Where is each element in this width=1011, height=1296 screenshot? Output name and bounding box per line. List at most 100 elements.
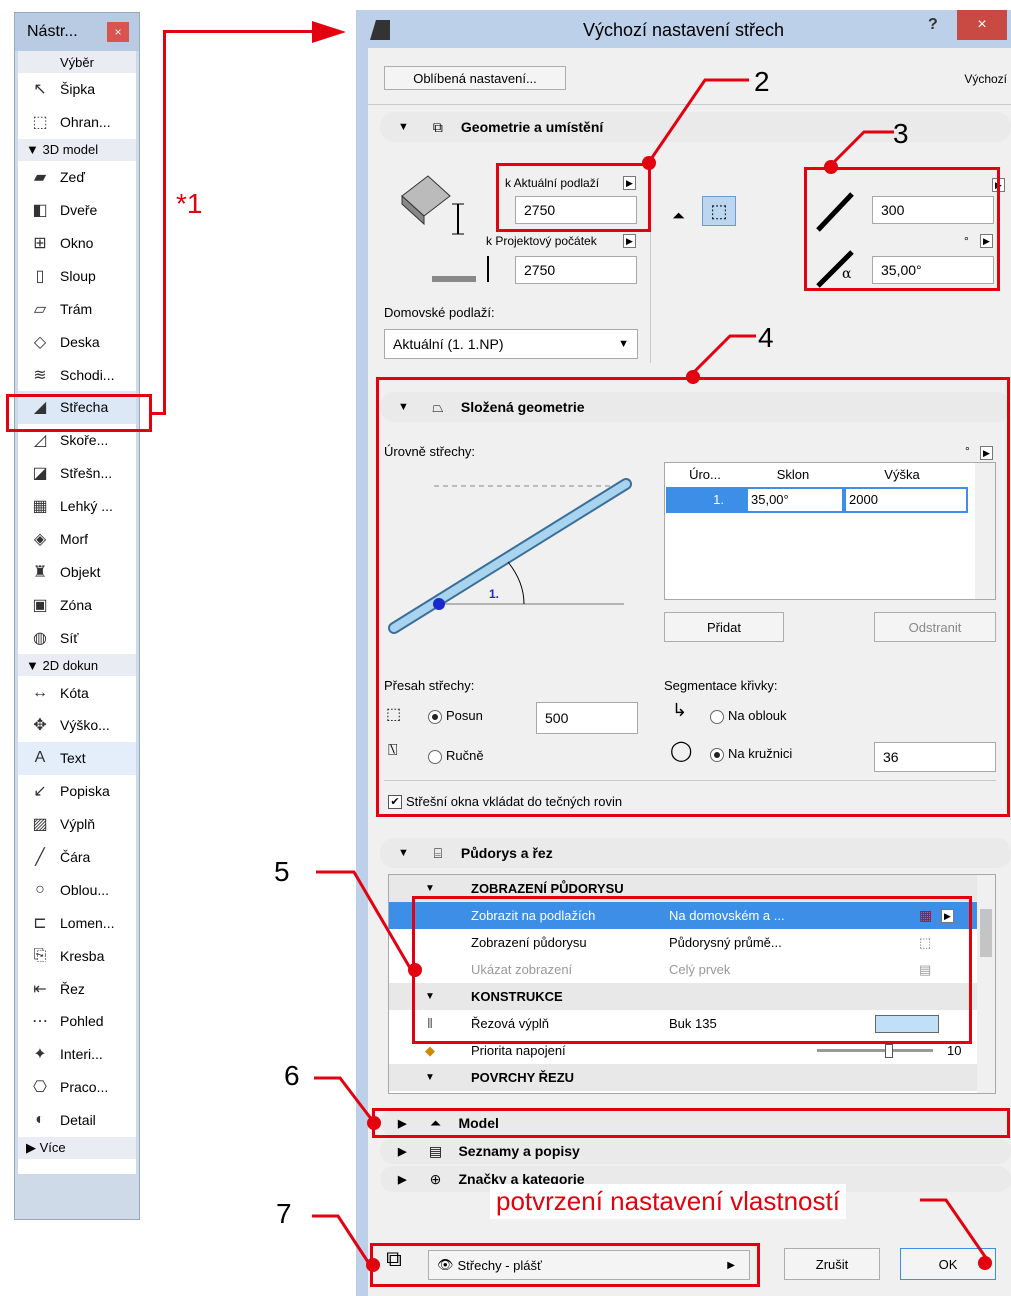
tool-kresba[interactable]: ⎘ Kresba [18,939,136,972]
tool-icon: ↙ [33,783,47,801]
origin-icon [432,256,489,282]
tool-icon: A [34,749,46,767]
tool-label: Trám [60,300,93,317]
tool-vpl[interactable]: ▨ Výplň [18,808,136,841]
tool-label: Čára [60,849,91,866]
tool-ra[interactable]: ╱ Čára [18,841,136,874]
tool-kta[interactable]: ↔ Kóta [18,676,136,709]
tool-s[interactable]: ◍ Síť [18,621,136,654]
pivot-toggle-icon[interactable]: ⬚ [702,196,736,226]
tool-icon: ▯ [35,267,45,285]
tool-icon: ⬚ [32,114,48,132]
section-lists-title: Seznamy a popisy [458,1143,580,1159]
geometry-icon: ⧉ [432,118,443,135]
tool-icon: ▦ [32,498,48,516]
tool-icon: ⎔ [33,1079,47,1097]
list-scrollbar[interactable] [977,875,995,1093]
tool-popiska[interactable]: ↙ Popiska [18,775,136,808]
tool-label: Dveře [60,202,98,219]
tool-icon: ⎘ [33,946,47,964]
tool-icon: ⋯ [32,1013,48,1031]
section-floorplan[interactable]: ▼ ⌸ Půdorys a řez [380,838,1011,868]
group-cut-surfaces-label: POVRCHY ŘEZU [471,1070,575,1085]
callout-6: 6 [284,1060,300,1091]
tool-label: Kresba [60,947,105,964]
to-origin-menu-arrow-icon[interactable]: ▶ [623,234,636,248]
tool-sten[interactable]: ◪ Střešn... [18,457,136,490]
roof-height-icon [401,175,464,235]
dialog-title: Výchozí nastavení střech [582,20,785,40]
tool-label: Schodi... [60,366,115,383]
cancel-button[interactable]: Zrušit [784,1248,880,1280]
tool-label: Lomen... [60,914,115,931]
tool-lehk[interactable]: ▦ Lehký ... [18,490,136,523]
callout-box-3 [804,167,1000,291]
callout-box-1 [6,394,152,432]
tool-text[interactable]: A Text [18,741,136,775]
callout-box-5 [412,896,972,1044]
tool-icon: ⇤ [33,980,47,998]
tool-okno[interactable]: ⊞ Okno [18,227,136,260]
to-origin-field[interactable]: 2750 [515,256,637,284]
tool-pohled[interactable]: ⋯ Pohled [18,1005,136,1038]
slider-thumb[interactable] [885,1043,893,1058]
callout-7: 7 [276,1198,292,1229]
tool-deska[interactable]: ◇ Deska [18,325,136,358]
tool-sloup[interactable]: ▯ Sloup [18,259,136,292]
tool-icon: ♜ [32,563,48,581]
tool-schodi[interactable]: ≋ Schodi... [18,358,136,391]
tool-label: Střešn... [60,465,113,482]
tool-label: Lehký ... [60,498,113,515]
tool-trm[interactable]: ▱ Trám [18,292,136,325]
tool-icon: ◈ [33,531,47,549]
tool-praco[interactable]: ⎔ Praco... [18,1071,136,1104]
tool-icon: ◿ [33,432,47,450]
tool-icon: ○ [35,880,45,898]
tool-morf[interactable]: ◈ Morf [18,523,136,556]
home-story-value: Aktuální (1. 1.NP) [393,336,504,352]
callout-box-2 [496,163,651,232]
tool-ze[interactable]: ▰ Zeď [18,161,136,194]
lists-icon: ▤ [428,1142,443,1159]
tool-vko[interactable]: ✥ Výško... [18,709,136,742]
help-button[interactable]: ? [928,16,938,34]
tool-icon: ▱ [33,300,47,318]
tool-detail[interactable]: ◐ Detail [18,1104,136,1137]
toolbox-close-button[interactable]: × [107,22,129,42]
group-select[interactable]: Výběr [18,51,136,73]
section-lists[interactable]: ▶ ▤ Seznamy a popisy [380,1138,1011,1164]
tool-ipka[interactable]: ↖ Šipka [18,73,136,106]
tool-icon: ◪ [32,465,48,483]
tool-label: Sloup [60,267,96,284]
tool-label: Praco... [60,1079,109,1096]
priority-value: 10 [947,1043,962,1058]
tool-label: Šipka [60,81,96,98]
group-more[interactable]: ▶ Více [18,1136,136,1159]
home-story-select[interactable]: Aktuální (1. 1.NP) ▼ [384,329,638,359]
section-geometry-title: Geometrie a umístění [460,119,604,135]
tool-interi[interactable]: ✦ Interi... [18,1038,136,1071]
group-2d-doc[interactable]: ▼ 2D dokun [18,654,136,677]
tool-label: Popiska [60,783,110,800]
tool-icon: ⊞ [33,235,47,252]
priority-slider[interactable] [815,1043,935,1058]
group-3d-model[interactable]: ▼ 3D model [18,138,136,161]
chevron-down-icon: ▼ [618,338,629,350]
dialog-close-button[interactable]: × [957,10,1007,40]
tool-icon: ◍ [33,629,47,647]
tool-label: Výško... [60,717,110,734]
group-cut-surfaces[interactable]: ▼ POVRCHY ŘEZU [389,1064,977,1091]
tool-dvee[interactable]: ◧ Dveře [18,194,136,227]
tool-label: Řez [60,980,85,997]
collapse-arrow-icon: ▼ [398,121,409,133]
tool-zna[interactable]: ▣ Zóna [18,588,136,621]
tool-ohran[interactable]: ⬚ Ohran... [18,106,136,139]
callout-5: 5 [274,856,290,887]
tool-oblou[interactable]: ○ Oblou... [18,873,136,906]
tool-icon: ▣ [32,596,48,614]
tool-objekt[interactable]: ♜ Objekt [18,555,136,588]
tool-lomen[interactable]: ⊏ Lomen... [18,906,136,939]
favorites-button[interactable]: Oblíbená nastavení... [384,66,566,90]
scrollbar-thumb[interactable] [980,909,992,957]
tool-ez[interactable]: ⇤ Řez [18,972,136,1005]
